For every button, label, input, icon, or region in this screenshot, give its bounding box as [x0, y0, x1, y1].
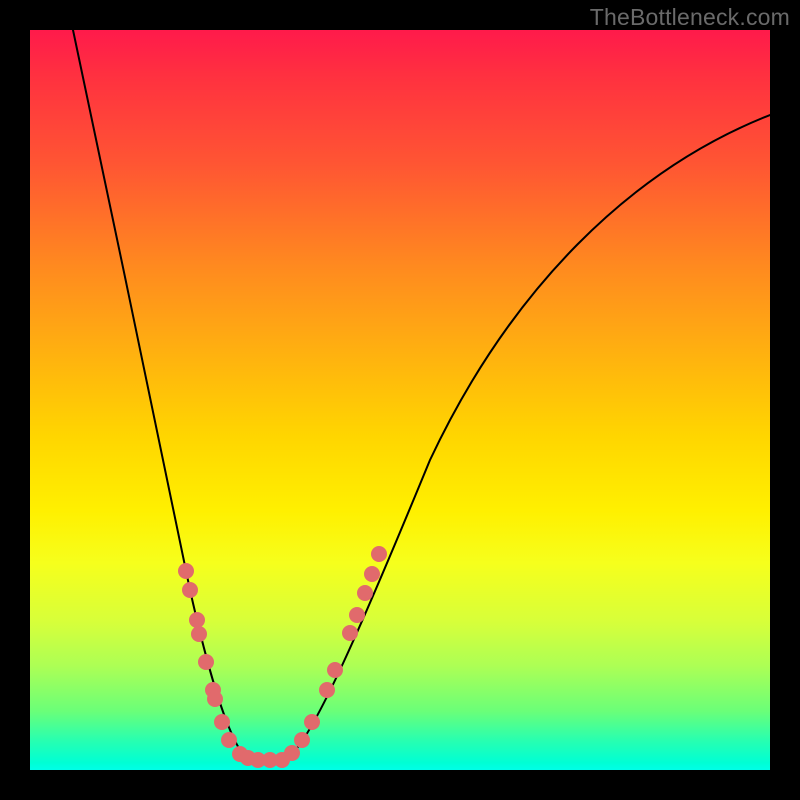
- data-dot: [221, 732, 237, 748]
- dot-layer: [178, 546, 387, 768]
- watermark-text: TheBottleneck.com: [590, 4, 790, 31]
- data-dot: [357, 585, 373, 601]
- data-dot: [207, 691, 223, 707]
- data-dot: [371, 546, 387, 562]
- data-dot: [327, 662, 343, 678]
- data-dot: [178, 563, 194, 579]
- data-dot: [189, 612, 205, 628]
- chart-frame: TheBottleneck.com: [0, 0, 800, 800]
- data-dot: [342, 625, 358, 641]
- data-dot: [319, 682, 335, 698]
- data-dot: [214, 714, 230, 730]
- data-dot: [191, 626, 207, 642]
- data-dot: [182, 582, 198, 598]
- data-dot: [294, 732, 310, 748]
- data-dot: [349, 607, 365, 623]
- curve-layer: [30, 30, 770, 770]
- data-dot: [284, 745, 300, 761]
- data-dot: [364, 566, 380, 582]
- left-curve: [73, 30, 256, 760]
- data-dot: [198, 654, 214, 670]
- plot-area: [30, 30, 770, 770]
- data-dot: [304, 714, 320, 730]
- right-curve: [280, 115, 770, 760]
